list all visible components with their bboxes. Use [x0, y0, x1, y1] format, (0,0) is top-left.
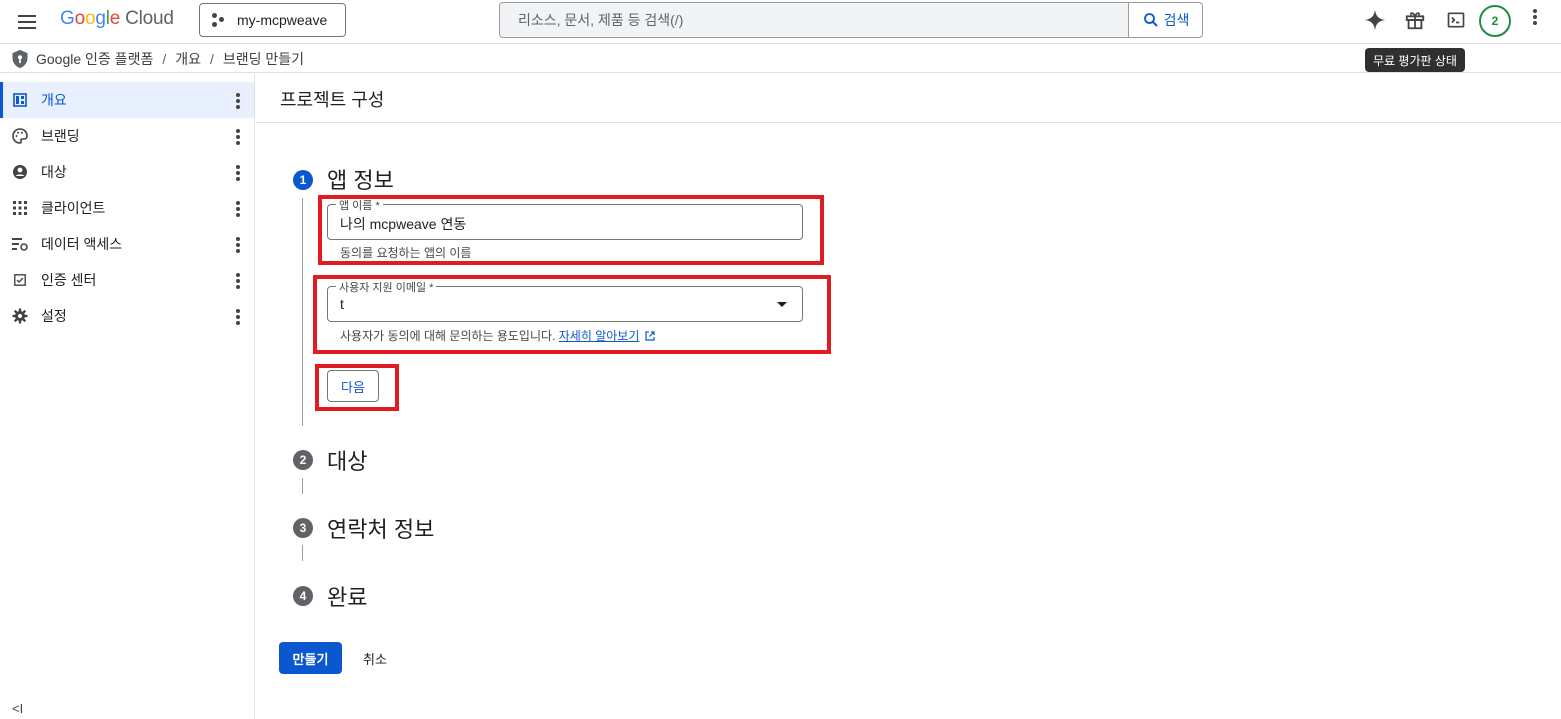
free-trial-tooltip: 무료 평가판 상태 [1365, 48, 1465, 72]
sidebar-item-branding[interactable]: 브랜딩 [0, 118, 254, 154]
step-3-number: 3 [293, 518, 313, 538]
support-email-helper-text: 사용자가 동의에 대해 문의하는 용도입니다. [340, 329, 556, 343]
breadcrumb-item[interactable]: 개요 [175, 49, 201, 69]
step-connector [302, 478, 303, 494]
logo-cloud-text: Cloud [125, 8, 174, 29]
data-access-icon [11, 235, 29, 253]
logo-google-text: Google [60, 8, 121, 29]
gemini-sparkle-icon[interactable] [1363, 8, 1387, 32]
collapse-sidebar-button[interactable]: <I [12, 701, 23, 716]
more-options-icon[interactable] [234, 309, 242, 325]
step-4-number: 4 [293, 586, 313, 606]
search-input[interactable] [500, 3, 1130, 37]
app-name-field[interactable]: 앱 이름 * 나의 mcpweave 연동 [327, 197, 803, 240]
more-options-icon[interactable] [234, 165, 242, 181]
breadcrumb-separator: / [209, 50, 214, 67]
cloud-shell-terminal-icon[interactable] [1444, 8, 1468, 32]
breadcrumb-item[interactable]: Google 인증 플랫폼 [36, 49, 153, 69]
more-options-icon[interactable] [234, 129, 242, 145]
divider [256, 122, 1561, 123]
palette-icon [11, 127, 29, 145]
more-options-icon[interactable] [1526, 9, 1544, 31]
support-email-helper: 사용자가 동의에 대해 문의하는 용도입니다. 자세히 알아보기 [340, 327, 655, 344]
checkbox-icon [11, 271, 29, 289]
more-options-icon[interactable] [234, 201, 242, 217]
sidebar-nav: 개요 브랜딩 대상 클라이언트 데이터 액세스 인증 센터 설정 [0, 74, 255, 719]
dropdown-arrow-icon [777, 302, 787, 307]
more-options-icon[interactable] [234, 237, 242, 253]
sidebar-item-label: 인증 센터 [41, 272, 97, 288]
sidebar-item-label: 브랜딩 [41, 128, 80, 144]
page-title: 프로젝트 구성 [280, 90, 385, 110]
dashboard-icon [11, 91, 29, 109]
google-cloud-logo[interactable]: Google Cloud [60, 8, 174, 30]
menu-icon[interactable] [15, 10, 39, 34]
search-icon [1143, 13, 1158, 27]
breadcrumb-separator: / [162, 50, 167, 67]
sidebar-item-audience[interactable]: 대상 [0, 154, 254, 190]
step-3-title[interactable]: 연락처 정보 [327, 512, 434, 544]
search-button[interactable]: 검색 [1128, 3, 1202, 37]
sidebar-item-label: 대상 [41, 164, 67, 180]
app-name-helper: 동의를 요청하는 앱의 이름 [340, 246, 472, 260]
support-email-value: t [340, 296, 344, 312]
create-button[interactable]: 만들기 [279, 642, 342, 674]
project-picker-button[interactable]: my-mcpweave [199, 3, 346, 37]
sidebar-item-label: 클라이언트 [41, 200, 106, 216]
sidebar-item-clients[interactable]: 클라이언트 [0, 190, 254, 226]
more-options-icon[interactable] [234, 93, 242, 109]
sidebar-item-label: 데이터 액세스 [41, 236, 123, 252]
apps-grid-icon [11, 199, 29, 217]
account-circle-icon [11, 163, 29, 181]
next-button[interactable]: 다음 [327, 370, 379, 402]
cancel-button[interactable]: 취소 [352, 642, 398, 674]
gift-icon[interactable] [1403, 8, 1427, 32]
project-name: my-mcpweave [237, 12, 328, 28]
breadcrumb-item: 브랜딩 만들기 [222, 50, 305, 67]
shield-key-icon [12, 49, 28, 68]
app-name-label: 앱 이름 * [336, 197, 383, 213]
search-button-label: 검색 [1163, 12, 1190, 28]
learn-more-link[interactable]: 자세히 알아보기 [559, 329, 640, 343]
sidebar-item-data-access[interactable]: 데이터 액세스 [0, 226, 254, 262]
step-connector [302, 545, 303, 561]
more-options-icon[interactable] [234, 273, 242, 289]
support-email-select[interactable]: 사용자 지원 이메일 * t [327, 279, 803, 322]
step-connector [302, 198, 303, 426]
step-2-title[interactable]: 대상 [327, 444, 367, 476]
sidebar-item-label: 설정 [41, 308, 67, 324]
project-dots-icon [212, 13, 228, 27]
account-avatar[interactable]: 2 [1479, 5, 1511, 37]
sidebar-item-verification-center[interactable]: 인증 센터 [0, 262, 254, 298]
support-email-label: 사용자 지원 이메일 * [336, 279, 437, 295]
external-link-icon [645, 331, 655, 341]
step-1-number: 1 [293, 170, 313, 190]
step-2-number: 2 [293, 450, 313, 470]
sidebar-item-overview[interactable]: 개요 [0, 82, 254, 118]
step-4-title[interactable]: 완료 [327, 580, 367, 612]
top-app-bar: GoogleCloud my-mcpweave 검색 2 [0, 0, 1561, 44]
app-name-value[interactable]: 나의 mcpweave 연동 [340, 214, 466, 234]
gear-icon [11, 307, 29, 325]
search-bar: 검색 [499, 2, 1203, 38]
breadcrumb: Google 인증 플랫폼 / 개요 / 브랜딩 만들기 [0, 45, 1561, 73]
sidebar-item-label: 개요 [41, 92, 67, 108]
step-1-title[interactable]: 앱 정보 [327, 163, 394, 195]
sidebar-item-settings[interactable]: 설정 [0, 298, 254, 334]
